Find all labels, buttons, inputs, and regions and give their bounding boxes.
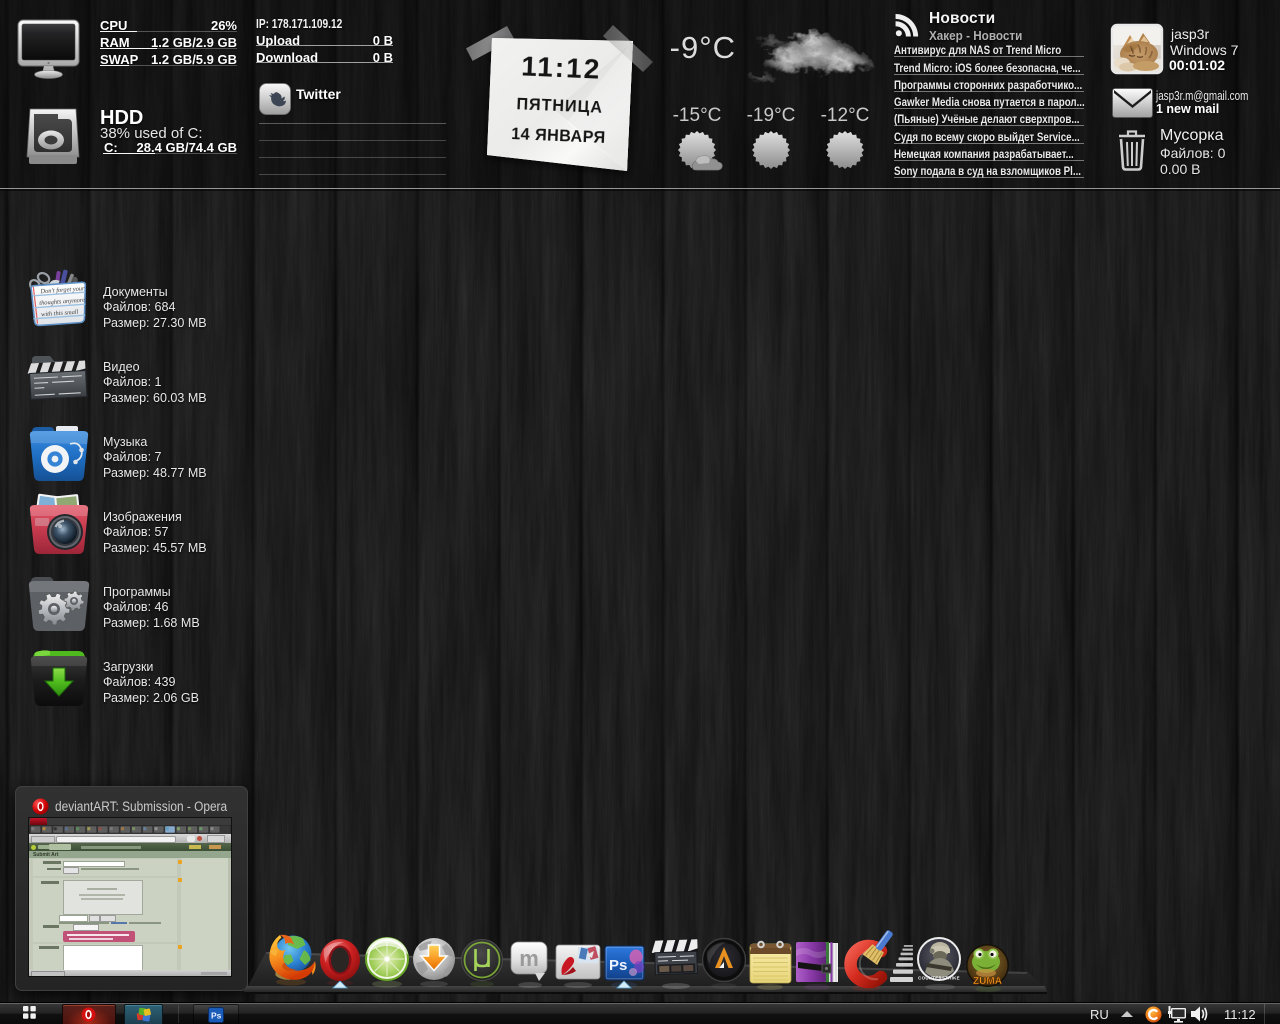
- svg-text:COUNTERSTRIKE: COUNTERSTRIKE: [918, 976, 960, 981]
- svg-text:Ps: Ps: [609, 957, 627, 974]
- svg-text:m: m: [519, 946, 539, 971]
- svg-text:Ps: Ps: [211, 1011, 222, 1021]
- svg-text:ZUMA: ZUMA: [973, 976, 1002, 987]
